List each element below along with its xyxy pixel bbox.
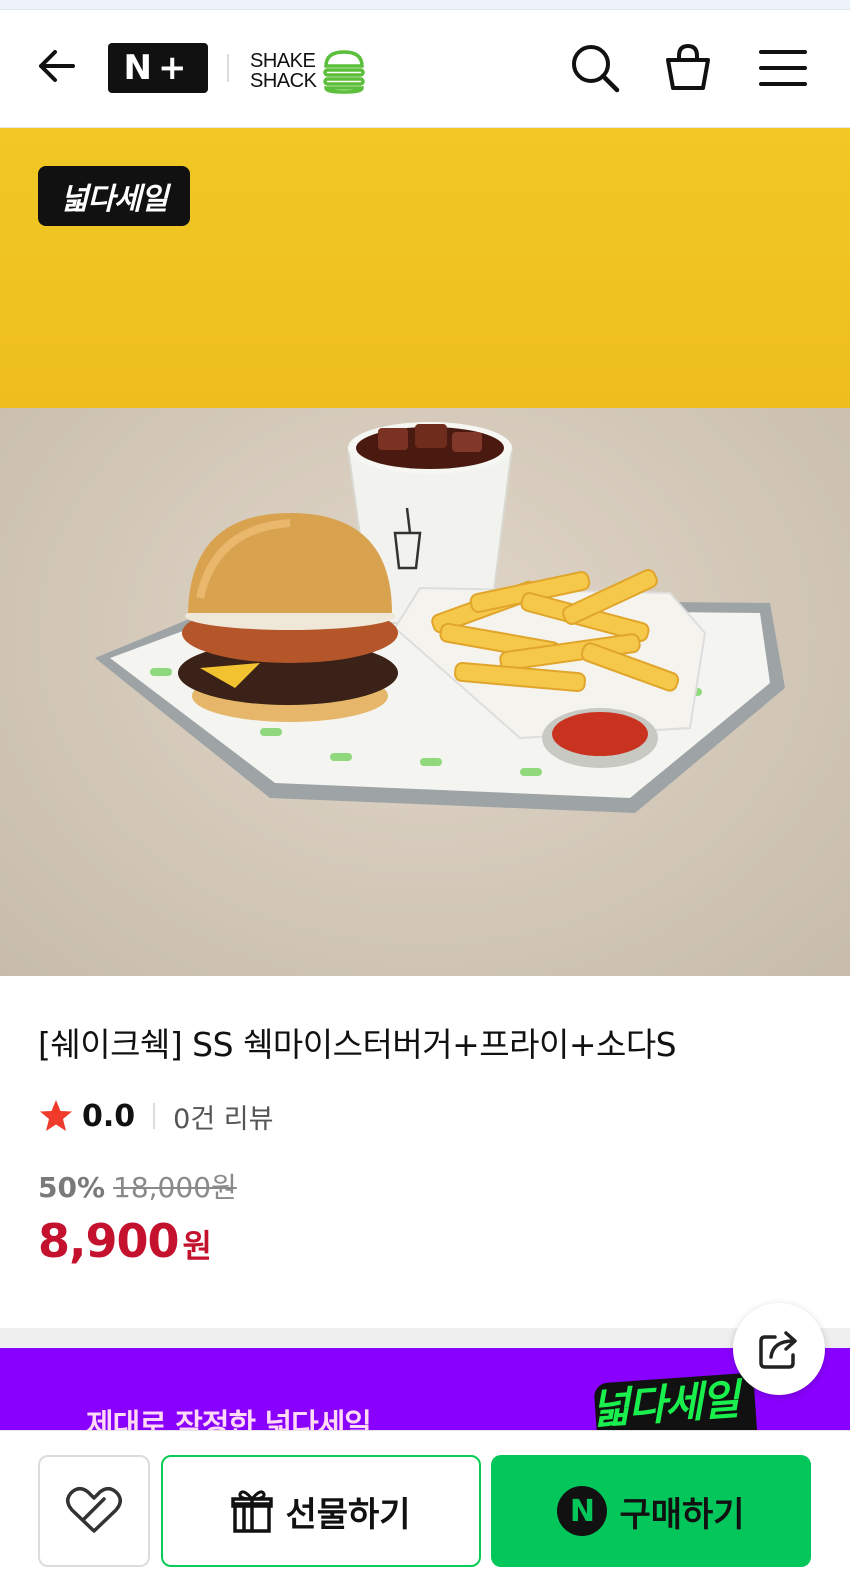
- product-title: [쉐이크쉑] SS 쉑마이스터버거+프라이+소다S: [38, 1025, 677, 1064]
- naver-pay-icon: N: [557, 1486, 608, 1536]
- promo-banner[interactable]: 제대로 작정한 넓다세일 넓다세일: [0, 1348, 850, 1430]
- price-row: 8,900 원: [38, 1214, 212, 1268]
- price-unit: 원: [182, 1227, 212, 1265]
- wish-button[interactable]: [38, 1455, 150, 1567]
- sale-price: 8,900: [38, 1214, 180, 1268]
- app-header: N+ SHAKE SHACK: [0, 10, 850, 128]
- shake-shack-logo[interactable]: SHAKE SHACK: [250, 46, 375, 96]
- star-icon: [40, 1100, 72, 1131]
- rating-row[interactable]: 0.0 0건 리뷰: [38, 1096, 273, 1136]
- discount-row: 50% 18,000원: [38, 1166, 237, 1206]
- search-button[interactable]: [567, 40, 623, 96]
- arrow-left-icon: [39, 50, 75, 82]
- gift-icon: [231, 1490, 274, 1533]
- share-button[interactable]: [733, 1303, 825, 1395]
- section-separator: [0, 1328, 850, 1348]
- rating-divider: [153, 1103, 156, 1129]
- back-button[interactable]: [30, 40, 82, 92]
- shake-shack-wordmark: SHAKE SHACK: [250, 50, 317, 92]
- menu-button[interactable]: [755, 40, 811, 96]
- original-price: 18,000원: [113, 1171, 237, 1204]
- banner-logo: 넓다세일: [589, 1374, 740, 1430]
- rating-value: 0.0: [82, 1098, 136, 1134]
- sale-badge: 넓다세일: [38, 166, 190, 226]
- gift-label: 선물하기: [285, 1494, 411, 1535]
- buy-button[interactable]: N 구매하기: [491, 1455, 811, 1567]
- cart-button[interactable]: [660, 40, 716, 96]
- hamburger-menu-icon: [759, 50, 807, 86]
- gift-button[interactable]: 선물하기: [161, 1455, 481, 1567]
- heart-outline-icon: [66, 1487, 122, 1533]
- share-icon: [759, 1331, 797, 1369]
- product-image[interactable]: 넓다세일: [0, 128, 850, 976]
- discount-rate: 50%: [38, 1171, 106, 1204]
- logo-divider: [227, 54, 229, 82]
- review-count[interactable]: 0건 리뷰: [173, 1097, 273, 1136]
- status-strip: [0, 0, 850, 10]
- burger-logo-icon: [323, 50, 366, 94]
- nplus-logo[interactable]: N+: [108, 43, 208, 93]
- search-icon: [572, 45, 620, 93]
- buy-label: 구매하기: [619, 1494, 745, 1535]
- brand-line-1: SHAKE: [250, 50, 316, 72]
- banner-text: 제대로 작정한 넓다세일: [86, 1408, 372, 1430]
- bottom-action-bar: 선물하기 N 구매하기: [0, 1430, 850, 1589]
- shopping-bag-icon: [666, 43, 710, 90]
- burger-meal-illustration: [95, 422, 785, 813]
- brand-line-2: SHACK: [250, 70, 317, 92]
